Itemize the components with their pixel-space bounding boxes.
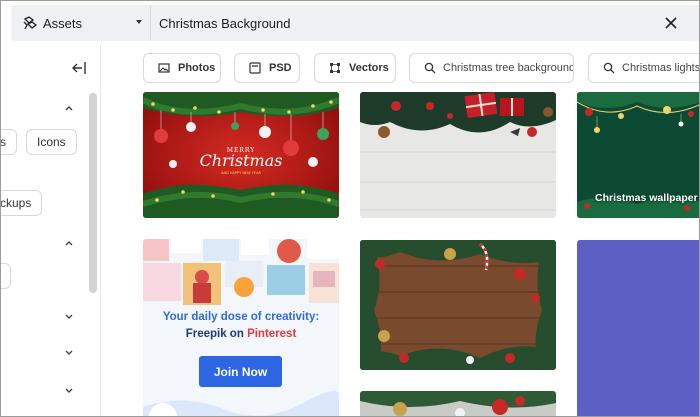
- christmas-card-artwork: MERRY Christmas AND HAPPY NEW YEAR: [143, 92, 339, 218]
- promo-wave: [143, 391, 339, 416]
- join-now-button[interactable]: Join Now: [199, 356, 282, 387]
- card-caption: Christmas wallpaper: [595, 192, 698, 204]
- promo-headline: Your daily dose of creativity:: [162, 311, 320, 323]
- asset-type-icon: [23, 16, 37, 30]
- pinterest-brand: Pinterest: [247, 328, 297, 340]
- ornaments-artwork: [360, 391, 556, 416]
- psd-icon: [249, 62, 261, 74]
- result-image-christmas-wallpaper[interactable]: Christmas wallpaper: [577, 92, 699, 218]
- result-image-blue[interactable]: [577, 240, 699, 416]
- search-bar: Assets: [11, 5, 699, 41]
- suggestion-chip-lights-backgrounds[interactable]: Christmas lights backgrounds: [588, 53, 699, 83]
- result-image-gifts-on-wood[interactable]: [360, 92, 556, 218]
- pinterest-promo-card: Your daily dose of creativity: Freepik o…: [143, 239, 339, 416]
- card-title-christmas: Christmas: [200, 151, 283, 170]
- vectors-icon: [330, 63, 340, 73]
- chevron-down-icon[interactable]: [64, 347, 74, 357]
- promo-subline: Freepik on Pinterest: [185, 328, 297, 340]
- asset-type-label: Assets: [43, 15, 83, 31]
- caret-down-icon: [136, 20, 142, 24]
- sidebar-filter-pill[interactable]: s: [1, 129, 17, 155]
- sidebar-filter-pill[interactable]: [1, 263, 11, 289]
- gifts-wood-artwork: [360, 92, 556, 218]
- filter-chip-vectors[interactable]: Vectors: [314, 53, 396, 83]
- filter-sidebar: s Icons ckups: [1, 45, 101, 416]
- close-icon[interactable]: [663, 15, 679, 31]
- collapse-sidebar-icon[interactable]: [71, 61, 87, 75]
- promo-collage: [143, 239, 339, 305]
- chevron-down-icon[interactable]: [64, 385, 74, 395]
- chevron-up-icon[interactable]: [64, 103, 74, 113]
- suggestion-chip-tree-background[interactable]: Christmas tree background: [409, 53, 574, 83]
- sidebar-filter-icons[interactable]: Icons: [26, 129, 77, 155]
- sidebar-filter-mockups[interactable]: ckups: [1, 190, 43, 216]
- result-image-wooden-table[interactable]: [360, 240, 556, 370]
- search-icon: [603, 62, 615, 74]
- search-input[interactable]: [159, 5, 639, 41]
- sidebar-scrollbar[interactable]: [89, 93, 97, 293]
- chevron-up-icon[interactable]: [64, 238, 74, 248]
- app-window: Assets s Icons ckups: [0, 0, 700, 417]
- card-subtitle: AND HAPPY NEW YEAR: [221, 171, 261, 175]
- asset-type-dropdown[interactable]: Assets: [11, 5, 151, 41]
- chevron-down-icon[interactable]: [64, 311, 74, 321]
- result-image-merry-christmas[interactable]: MERRY Christmas AND HAPPY NEW YEAR: [143, 92, 339, 218]
- wooden-table-artwork: [360, 240, 556, 370]
- filter-chip-psd[interactable]: PSD: [234, 53, 300, 83]
- photo-icon: [158, 63, 170, 73]
- result-image-ornaments[interactable]: [360, 391, 556, 416]
- filter-chip-photos[interactable]: Photos: [143, 53, 221, 83]
- search-icon: [424, 62, 436, 74]
